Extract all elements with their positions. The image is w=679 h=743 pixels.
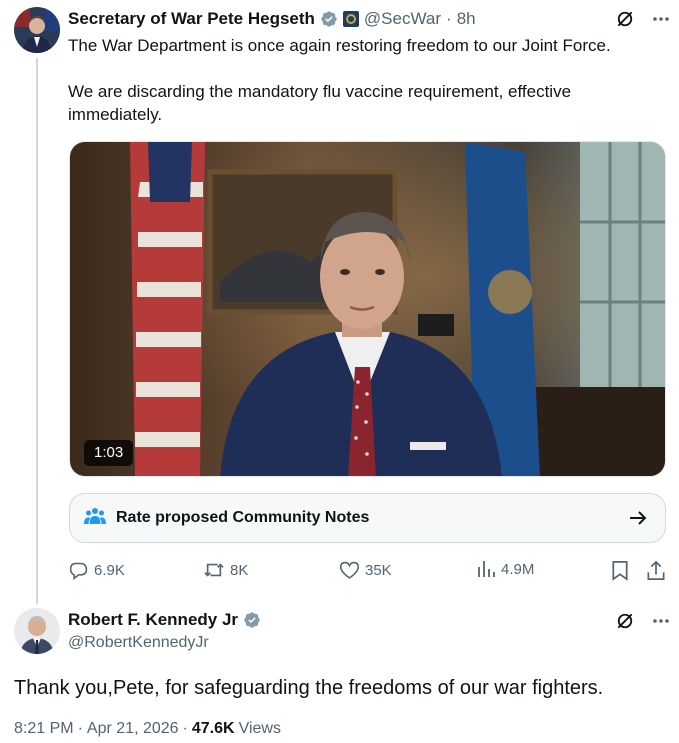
display-name[interactable]: Robert F. Kennedy Jr [68,610,238,630]
grok-icon[interactable] [614,8,636,30]
tweet1-header: Secretary of War Pete Hegseth @SecWar · … [68,8,476,30]
video-duration: 1:03 [84,440,134,466]
views-count: 4.9M [501,560,535,578]
bookmark-icon [611,560,629,581]
reply-button[interactable]: 6.9K [68,560,125,581]
thread-connector-line [36,58,38,604]
reply-icon [68,560,89,581]
tweet-text: Thank you,Pete, for safeguarding the fre… [14,677,604,699]
tweet1-action-bar: 6.9K 8K 35K 4.9M [68,560,668,584]
grok-icon[interactable] [614,610,636,632]
views-count[interactable]: 47.6K [192,720,235,738]
tweet-text-paragraph2: We are discarding the mandatory flu vacc… [68,82,572,124]
verified-badge-icon [243,611,261,629]
people-icon [84,507,106,530]
repost-count: 8K [230,561,249,579]
share-icon [646,560,666,581]
separator-dot: · [446,9,452,28]
timestamp[interactable]: 8h [457,9,476,29]
share-button[interactable] [646,560,666,581]
arrow-right-icon [629,510,647,526]
views-icon [476,560,496,578]
handle[interactable]: @RobertKennedyJr [68,634,209,652]
verified-badge-icon [320,10,338,28]
views-button[interactable]: 4.9M [476,560,534,578]
tweet-metadata: 8:21 PM · Apr 21, 2026 · 47.6K Views [14,720,281,738]
bookmark-button[interactable] [611,560,629,581]
more-icon[interactable] [650,8,672,30]
tweet2-top-actions [614,610,672,632]
tweet2-header: Robert F. Kennedy Jr [68,610,261,630]
display-name[interactable]: Secretary of War Pete Hegseth [68,9,315,29]
like-button[interactable]: 35K [339,560,392,580]
heart-icon [339,560,360,580]
avatar[interactable] [14,608,60,654]
more-icon[interactable] [650,610,672,632]
reply-count: 6.9K [94,562,125,579]
post-time[interactable]: 8:21 PM [14,720,74,738]
tweet-text-line1: The War Department is once again restori… [68,36,611,55]
avatar[interactable] [14,7,60,53]
handle[interactable]: @SecWar [364,9,441,29]
community-notes-prompt[interactable]: Rate proposed Community Notes [69,493,666,543]
repost-icon [203,560,225,580]
tweet1-top-actions [614,8,672,30]
views-label: Views [238,720,281,737]
repost-button[interactable]: 8K [203,560,248,580]
separator-dot: · [182,720,188,737]
like-count: 35K [365,561,392,579]
community-notes-label: Rate proposed Community Notes [116,509,370,526]
post-date[interactable]: Apr 21, 2026 [87,720,179,738]
video-player[interactable] [69,141,666,477]
separator-dot: · [77,720,83,737]
affiliate-flag-icon[interactable] [342,11,359,27]
